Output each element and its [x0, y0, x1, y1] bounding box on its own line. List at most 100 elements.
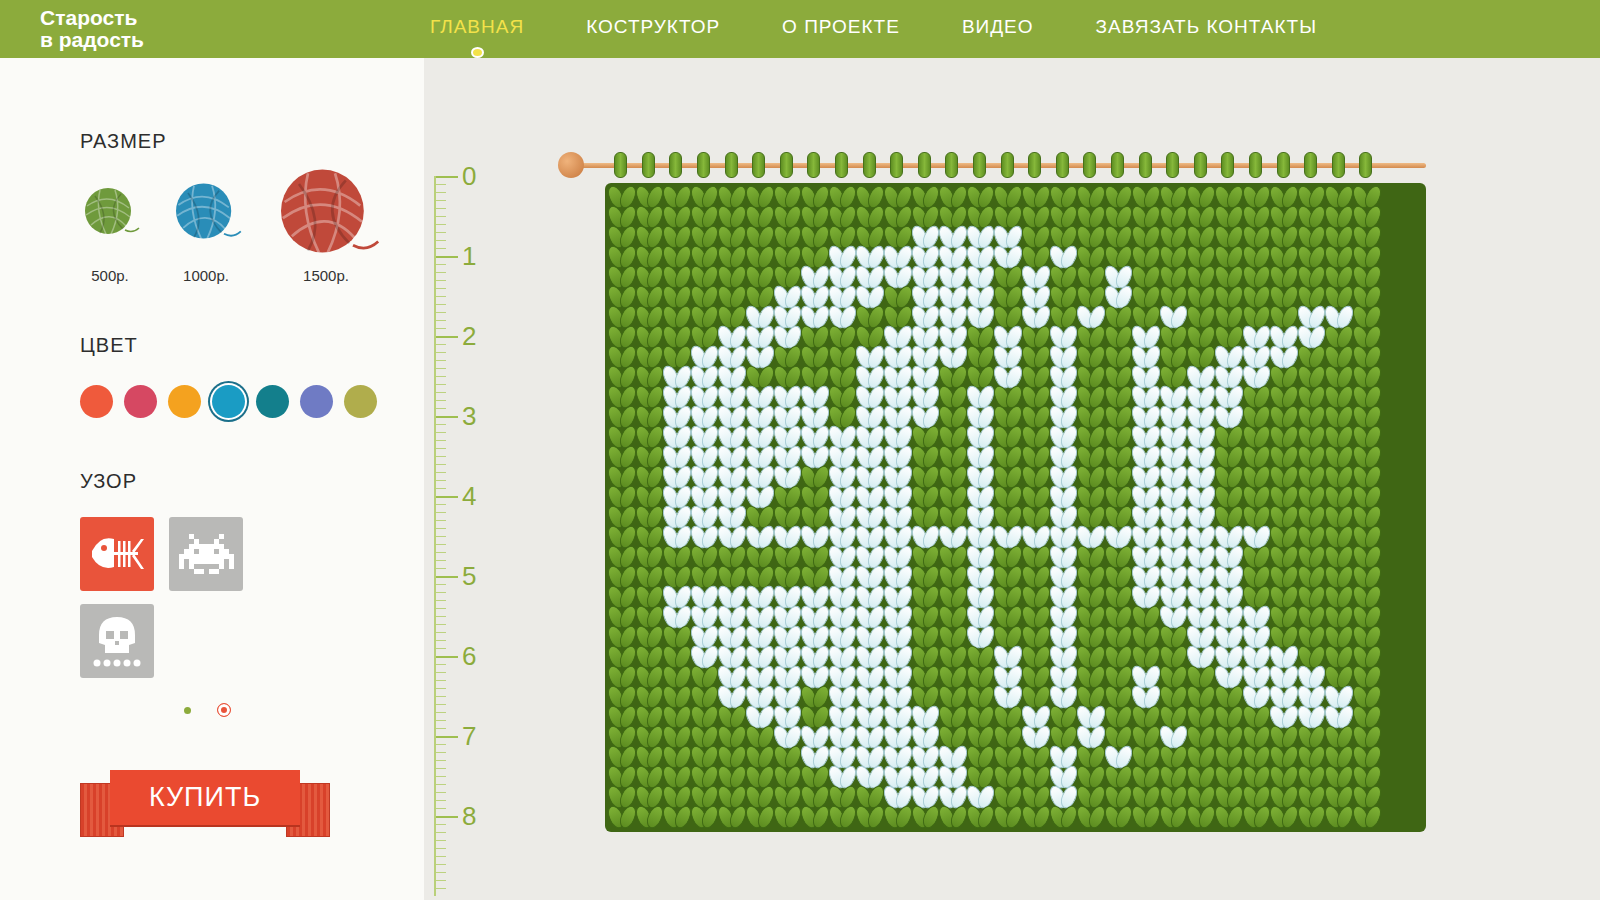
stitch: [1352, 646, 1380, 666]
stitch: [607, 706, 635, 726]
sidebar: РАЗМЕР500р.1000р.1500р.ЦВЕТУЗОРКУПИТЬ: [0, 58, 424, 900]
stitch: [1159, 446, 1187, 466]
loop: [1076, 152, 1104, 178]
stitch: [1049, 706, 1077, 726]
stitch: [1269, 566, 1297, 586]
stitch: [717, 386, 745, 406]
stitch: [1076, 186, 1104, 206]
ruler-ticks: [434, 816, 458, 896]
stitch: [690, 406, 718, 426]
stitch: [883, 766, 911, 786]
stitch: [1242, 646, 1270, 666]
stitch-row: [607, 426, 1424, 446]
stitch: [828, 686, 856, 706]
stitch: [1131, 246, 1159, 266]
stitch: [1186, 486, 1214, 506]
nav-item[interactable]: ЗАВЯЗАТЬ КОНТАКТЫ: [1096, 16, 1317, 58]
stitch: [1324, 686, 1352, 706]
stitch: [773, 306, 801, 326]
color-swatch[interactable]: [256, 385, 289, 418]
nav-item[interactable]: КОСТРУКТОР: [586, 16, 720, 58]
stitch: [662, 806, 690, 826]
page-dot[interactable]: [217, 703, 231, 717]
color-swatch[interactable]: [124, 385, 157, 418]
stitch: [745, 626, 773, 646]
stitch: [1021, 246, 1049, 266]
stitch: [773, 486, 801, 506]
stitch: [1324, 406, 1352, 426]
stitch-row: [607, 366, 1424, 386]
stitch: [1104, 306, 1132, 326]
stitch: [1242, 506, 1270, 526]
stitch: [635, 566, 663, 586]
stitch: [855, 506, 883, 526]
ruler-label: 7: [462, 723, 476, 749]
stitch: [690, 306, 718, 326]
stitch: [1186, 606, 1214, 626]
stitch-row: [607, 226, 1424, 246]
color-swatch[interactable]: [212, 385, 245, 418]
stitch: [1104, 626, 1132, 646]
stitch: [1186, 806, 1214, 826]
stitch: [1159, 346, 1187, 366]
color-swatch[interactable]: [300, 385, 333, 418]
stitch: [1214, 766, 1242, 786]
logo[interactable]: Старостьв радость: [0, 0, 430, 58]
stitch: [1324, 746, 1352, 766]
stitch: [966, 546, 994, 566]
page-dot[interactable]: [184, 707, 191, 714]
nav-item[interactable]: О ПРОЕКТЕ: [782, 16, 900, 58]
stitch: [1186, 786, 1214, 806]
size-option[interactable]: 500р.: [80, 161, 140, 284]
stitch: [1324, 626, 1352, 646]
ball-box: [80, 161, 140, 261]
stitch: [1076, 766, 1104, 786]
stitch: [745, 546, 773, 566]
stitch: [1131, 786, 1159, 806]
stitch: [1324, 546, 1352, 566]
stitch: [1104, 786, 1132, 806]
stitch: [1269, 806, 1297, 826]
pattern-tile[interactable]: [80, 517, 154, 591]
stitch: [883, 646, 911, 666]
stitch: [911, 666, 939, 686]
color-swatch[interactable]: [80, 385, 113, 418]
stitch-row: [607, 186, 1424, 206]
pattern-tile[interactable]: [80, 604, 154, 678]
stitch: [1324, 786, 1352, 806]
stitch: [1131, 446, 1159, 466]
nav-item[interactable]: ГЛАВНАЯ: [430, 16, 524, 58]
pattern-tile[interactable]: [169, 517, 243, 591]
stitch: [1159, 766, 1187, 786]
stitch: [855, 486, 883, 506]
stitch: [1131, 366, 1159, 386]
size-option[interactable]: 1500р.: [272, 161, 380, 284]
stitch: [1159, 246, 1187, 266]
stitch: [800, 226, 828, 246]
stitch: [690, 646, 718, 666]
stitch: [607, 686, 635, 706]
stitch: [911, 706, 939, 726]
stitch: [855, 446, 883, 466]
color-swatch[interactable]: [168, 385, 201, 418]
stitch: [1104, 446, 1132, 466]
stitch: [911, 626, 939, 646]
stitch: [911, 526, 939, 546]
stitch: [690, 726, 718, 746]
stitch: [828, 406, 856, 426]
stitch: [773, 686, 801, 706]
stitch: [855, 406, 883, 426]
stitch: [1104, 766, 1132, 786]
stitch: [855, 606, 883, 626]
stitch: [1242, 746, 1270, 766]
nav-label: ГЛАВНАЯ: [430, 16, 524, 38]
stitch: [1021, 566, 1049, 586]
buy-button[interactable]: КУПИТЬ: [80, 770, 424, 837]
stitch: [1021, 326, 1049, 346]
stitch: [717, 326, 745, 346]
color-swatch[interactable]: [344, 385, 377, 418]
stitch: [662, 426, 690, 446]
size-option[interactable]: 1000р.: [170, 161, 242, 284]
nav-item[interactable]: ВИДЕО: [962, 16, 1034, 58]
stitch: [1076, 266, 1104, 286]
